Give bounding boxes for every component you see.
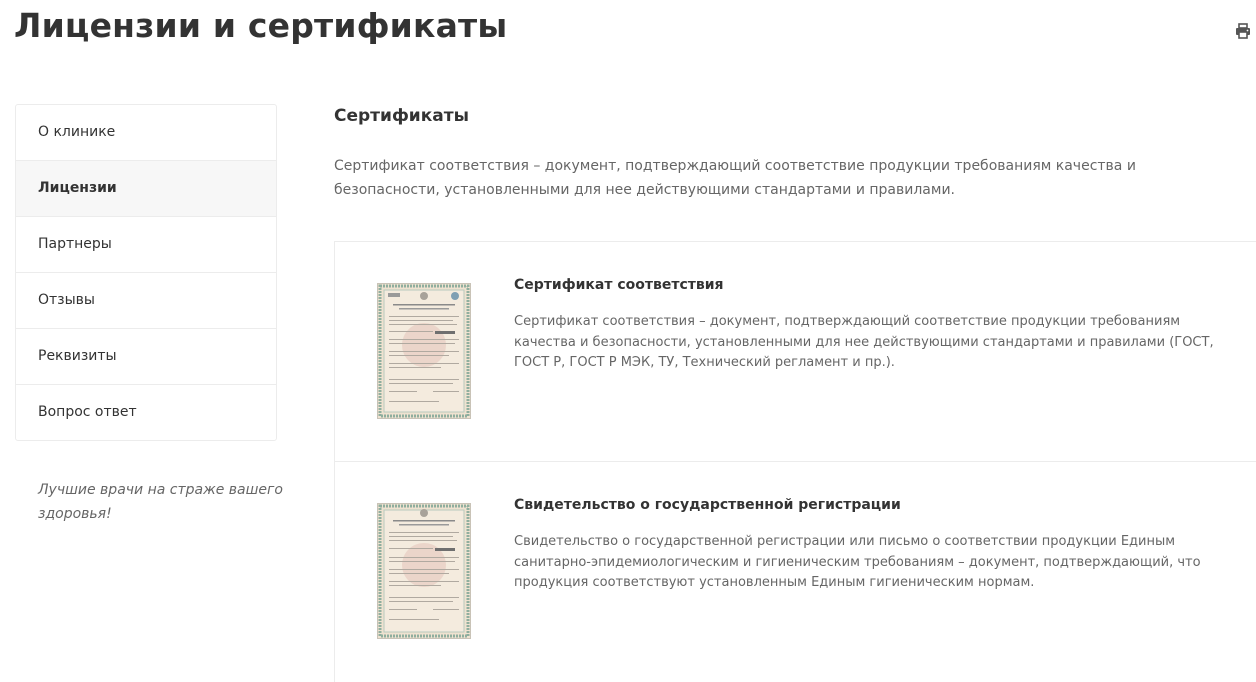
certificate-description: Свидетельство о государственной регистра… [514,534,1201,590]
certificate-thumbnail[interactable] [377,283,471,419]
certificate-item: Сертификат соответствия Сертификат соотв… [335,242,1256,461]
sidebar-item-partners[interactable]: Партнеры [16,216,276,272]
sidebar-item-faq[interactable]: Вопрос ответ [16,384,276,440]
section-intro: Сертификат соответствия – документ, подт… [334,158,1136,198]
sidebar-item-requisites[interactable]: Реквизиты [16,328,276,384]
certificate-item: Свидетельство о государственной регистра… [335,461,1256,681]
printer-icon[interactable] [1235,23,1251,39]
section-title: Сертификаты [334,106,469,126]
sidebar-slogan: Лучшие врачи на страже вашего здоровья! [38,482,283,522]
sidebar-item-licenses[interactable]: Лицензии [16,160,276,216]
certificate-thumbnail[interactable] [377,503,471,639]
certificate-list: Сертификат соответствия Сертификат соотв… [334,241,1256,682]
certificate-title[interactable]: Свидетельство о государственной регистра… [514,497,901,513]
certificate-title[interactable]: Сертификат соответствия [514,277,724,293]
page-title: Лицензии и сертификаты [14,6,508,45]
sidebar-item-about[interactable]: О клинике [16,105,276,160]
sidebar-item-reviews[interactable]: Отзывы [16,272,276,328]
certificate-description: Сертификат соответствия – документ, подт… [514,314,1214,370]
sidebar-menu: О клинике Лицензии Партнеры Отзывы Рекви… [15,104,277,441]
